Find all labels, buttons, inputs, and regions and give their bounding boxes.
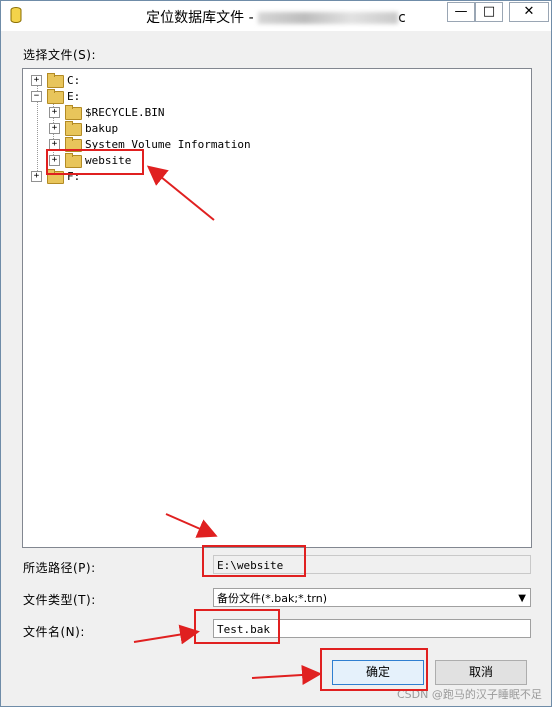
arrow-to-path [165, 513, 218, 538]
arrow-to-website [146, 165, 215, 221]
arrow-to-ok [251, 664, 322, 685]
annotation-arrows [133, 165, 322, 685]
arrow-to-filename [133, 624, 200, 645]
